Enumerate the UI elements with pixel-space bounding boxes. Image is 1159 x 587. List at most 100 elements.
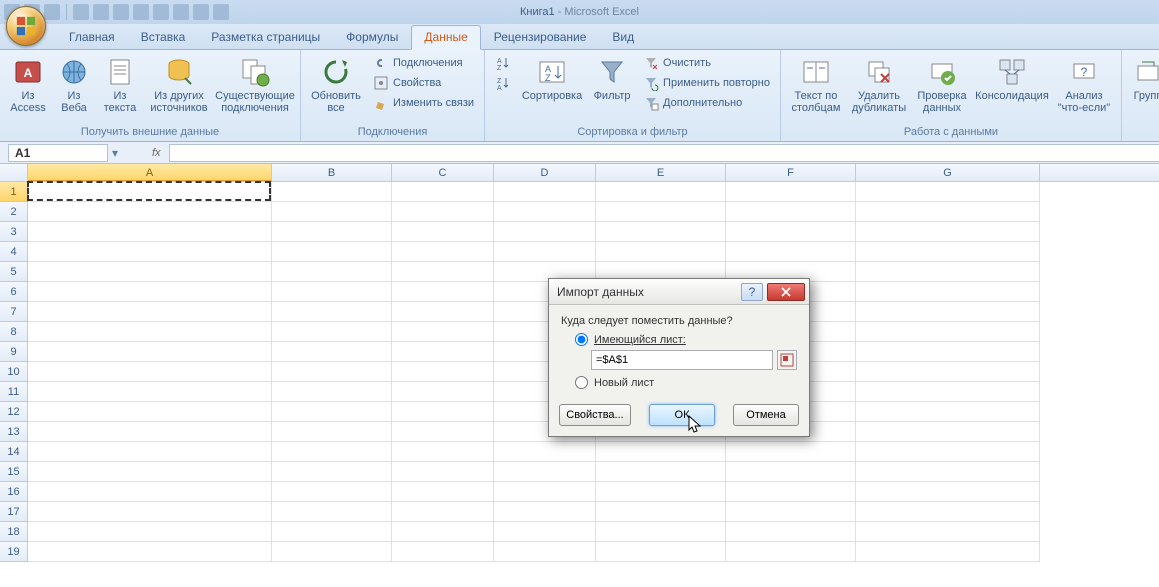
- cell[interactable]: [272, 482, 392, 502]
- cell[interactable]: [272, 442, 392, 462]
- cell[interactable]: [494, 542, 596, 562]
- cell[interactable]: [726, 502, 856, 522]
- cell[interactable]: [856, 382, 1040, 402]
- sort-desc-button[interactable]: ZA: [491, 74, 515, 92]
- cell[interactable]: [494, 242, 596, 262]
- text-to-columns-button[interactable]: Текст по столбцам: [787, 54, 845, 116]
- cell[interactable]: [272, 342, 392, 362]
- cell[interactable]: [28, 282, 272, 302]
- cell[interactable]: [392, 242, 494, 262]
- tab-insert[interactable]: Вставка: [128, 25, 199, 49]
- cell[interactable]: [392, 442, 494, 462]
- qat-sort-desc-icon[interactable]: [193, 4, 209, 20]
- cell[interactable]: [596, 242, 726, 262]
- cell[interactable]: [856, 422, 1040, 442]
- cell[interactable]: [726, 242, 856, 262]
- cell[interactable]: [28, 382, 272, 402]
- qat-preview-icon[interactable]: [133, 4, 149, 20]
- from-other-button[interactable]: Из других источников: [146, 54, 212, 116]
- dialog-titlebar[interactable]: Импорт данных ?: [549, 279, 809, 305]
- cell[interactable]: [272, 182, 392, 202]
- qat-new-icon[interactable]: [73, 4, 89, 20]
- cell[interactable]: [392, 402, 494, 422]
- properties-button[interactable]: Свойства: [369, 74, 478, 92]
- cell[interactable]: [596, 462, 726, 482]
- cell[interactable]: [392, 322, 494, 342]
- cell[interactable]: [856, 442, 1040, 462]
- sort-button[interactable]: AZ Сортировка: [519, 54, 585, 104]
- cell[interactable]: [856, 502, 1040, 522]
- name-box[interactable]: A1: [8, 144, 108, 162]
- cell[interactable]: [28, 402, 272, 422]
- qat-spelling-icon[interactable]: [153, 4, 169, 20]
- cell[interactable]: [726, 522, 856, 542]
- column-header-G[interactable]: G: [856, 164, 1040, 181]
- row-header[interactable]: 18: [0, 522, 28, 542]
- cell[interactable]: [856, 462, 1040, 482]
- cell[interactable]: [726, 542, 856, 562]
- tab-formulas[interactable]: Формулы: [333, 25, 411, 49]
- cell[interactable]: [856, 262, 1040, 282]
- cell[interactable]: [856, 222, 1040, 242]
- cell[interactable]: [28, 202, 272, 222]
- cell[interactable]: [272, 262, 392, 282]
- edit-links-button[interactable]: Изменить связи: [369, 94, 478, 112]
- row-header[interactable]: 14: [0, 442, 28, 462]
- existing-connections-button[interactable]: Существующие подключения: [216, 54, 294, 116]
- cell[interactable]: [494, 182, 596, 202]
- cell[interactable]: [856, 202, 1040, 222]
- tab-data[interactable]: Данные: [411, 25, 480, 50]
- radio-new[interactable]: [575, 376, 588, 389]
- cell[interactable]: [494, 202, 596, 222]
- cell[interactable]: [596, 182, 726, 202]
- row-header[interactable]: 5: [0, 262, 28, 282]
- cell[interactable]: [596, 502, 726, 522]
- row-header[interactable]: 13: [0, 422, 28, 442]
- column-header-A[interactable]: A: [28, 164, 272, 181]
- cell[interactable]: [392, 202, 494, 222]
- cell[interactable]: [856, 282, 1040, 302]
- cell[interactable]: [856, 322, 1040, 342]
- cell[interactable]: [28, 342, 272, 362]
- reapply-filter-button[interactable]: Применить повторно: [639, 74, 774, 92]
- cell[interactable]: [28, 302, 272, 322]
- select-all-corner[interactable]: [0, 164, 28, 181]
- column-header-F[interactable]: F: [726, 164, 856, 181]
- cell[interactable]: [272, 302, 392, 322]
- row-header[interactable]: 7: [0, 302, 28, 322]
- cell[interactable]: [856, 342, 1040, 362]
- cell[interactable]: [596, 542, 726, 562]
- from-access-button[interactable]: A Из Access: [6, 54, 50, 116]
- formula-input[interactable]: [169, 144, 1159, 162]
- cell[interactable]: [272, 422, 392, 442]
- row-header[interactable]: 6: [0, 282, 28, 302]
- cell[interactable]: [28, 462, 272, 482]
- what-if-button[interactable]: ? Анализ "что-если": [1053, 54, 1115, 116]
- row-header[interactable]: 4: [0, 242, 28, 262]
- cell[interactable]: [392, 182, 494, 202]
- row-header[interactable]: 19: [0, 542, 28, 562]
- row-header[interactable]: 10: [0, 362, 28, 382]
- row-header[interactable]: 11: [0, 382, 28, 402]
- ok-button[interactable]: ОК: [649, 404, 715, 426]
- qat-more-icon[interactable]: [213, 4, 229, 20]
- cell[interactable]: [392, 542, 494, 562]
- row-header[interactable]: 3: [0, 222, 28, 242]
- cell[interactable]: [856, 522, 1040, 542]
- column-header-C[interactable]: C: [392, 164, 494, 181]
- cell[interactable]: [28, 262, 272, 282]
- tab-review[interactable]: Рецензирование: [481, 25, 600, 49]
- properties-button-dialog[interactable]: Свойства...: [559, 404, 631, 426]
- range-picker-button[interactable]: [777, 350, 797, 370]
- clear-filter-button[interactable]: Очистить: [639, 54, 774, 72]
- radio-existing[interactable]: [575, 333, 588, 346]
- name-box-dropdown[interactable]: ▾: [108, 146, 122, 160]
- dialog-help-button[interactable]: ?: [741, 283, 763, 301]
- cell[interactable]: [726, 202, 856, 222]
- consolidate-button[interactable]: Консолидация: [975, 54, 1049, 104]
- column-header-D[interactable]: D: [494, 164, 596, 181]
- cell[interactable]: [28, 242, 272, 262]
- cell[interactable]: [494, 462, 596, 482]
- cell[interactable]: [726, 462, 856, 482]
- cell[interactable]: [856, 482, 1040, 502]
